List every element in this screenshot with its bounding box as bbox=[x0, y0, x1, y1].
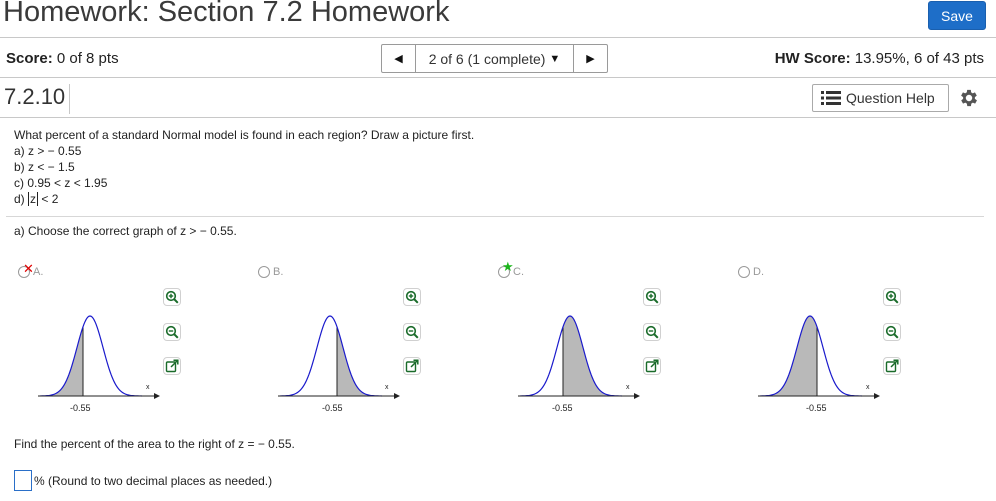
question-prompt: What percent of a standard Normal model … bbox=[14, 128, 475, 142]
option-c-zoom-out-icon[interactable] bbox=[643, 323, 661, 341]
score-label: Score: bbox=[6, 50, 53, 67]
option-a-popout-icon[interactable] bbox=[163, 357, 181, 375]
question-part-b: b) z < − 1.5 bbox=[14, 160, 75, 174]
question-text: What percent of a standard Normal model … bbox=[14, 127, 474, 207]
question-part-d-prefix: d) bbox=[14, 192, 25, 206]
option-b-graph bbox=[278, 315, 400, 399]
sub-question: a) Choose the correct graph of z > − 0.5… bbox=[14, 224, 237, 238]
option-b-x-label: x bbox=[385, 384, 389, 391]
option-b-radio[interactable] bbox=[258, 266, 270, 278]
option-a-curve bbox=[39, 315, 143, 397]
option-c-popout-icon[interactable] bbox=[643, 357, 661, 375]
option-d-axis-arrow bbox=[874, 393, 880, 399]
answer-row: % (Round to two decimal places as needed… bbox=[14, 470, 272, 491]
hw-score-value: 13.95%, 6 of 43 pts bbox=[854, 50, 984, 67]
option-d-shaded-region bbox=[760, 316, 817, 396]
option-b-curve bbox=[279, 315, 383, 397]
option-c-zoom-in-icon[interactable] bbox=[643, 288, 661, 306]
question-part-d: d) z < 2 bbox=[14, 191, 474, 207]
correct-star-icon: ★ bbox=[502, 259, 514, 274]
triangle-down-icon: ▼ bbox=[549, 52, 561, 65]
answer-input[interactable] bbox=[14, 470, 32, 491]
option-d-graph bbox=[758, 315, 880, 399]
answer-hint: % (Round to two decimal places as needed… bbox=[34, 473, 273, 488]
option-b-zoom-out-icon[interactable] bbox=[403, 323, 421, 341]
option-a-zoom-out-icon[interactable] bbox=[163, 323, 181, 341]
option-a-graph bbox=[38, 315, 160, 399]
divider bbox=[6, 216, 984, 217]
triangle-right-icon: ▶ bbox=[586, 53, 595, 65]
option-d-popout-icon[interactable] bbox=[883, 357, 901, 375]
score-bar: Score: 0 of 8 pts ◀ 2 of 6 (1 complete) … bbox=[0, 39, 996, 78]
question-help-label: Question Help bbox=[846, 90, 935, 106]
option-c-graph bbox=[518, 315, 640, 399]
option-d-zoom-out-icon[interactable] bbox=[883, 323, 901, 341]
score-value: 0 of 8 pts bbox=[56, 50, 119, 67]
option-b-popout-icon[interactable] bbox=[403, 357, 421, 375]
find-prompt: Find the percent of the area to the righ… bbox=[14, 437, 295, 451]
option-d-tick-label: -0.55 bbox=[806, 403, 827, 413]
question-selector-dropdown[interactable]: 2 of 6 (1 complete) ▼ bbox=[416, 45, 573, 72]
option-c-letter: C. bbox=[513, 266, 524, 278]
question-selector-text: 2 of 6 (1 complete) bbox=[428, 50, 546, 67]
option-a-shaded-region bbox=[40, 326, 83, 396]
hw-score: HW Score: 13.95%, 6 of 43 pts bbox=[775, 50, 984, 67]
previous-question-button[interactable]: ◀ bbox=[382, 45, 416, 72]
page-title: Homework: Section 7.2 Homework bbox=[3, 0, 450, 28]
question-id: 7.2.10 bbox=[4, 84, 71, 114]
option-c-shaded-region bbox=[563, 316, 622, 396]
option-b-zoom-in-icon[interactable] bbox=[403, 288, 421, 306]
question-part-a: a) z > − 0.55 bbox=[14, 144, 82, 158]
option-b-letter: B. bbox=[273, 266, 284, 278]
option-b[interactable]: B. bbox=[258, 266, 283, 278]
gear-icon[interactable] bbox=[958, 87, 980, 109]
option-c-tick-label: -0.55 bbox=[552, 403, 573, 413]
question-part-c: c) 0.95 < z < 1.95 bbox=[14, 176, 108, 190]
option-d-letter: D. bbox=[753, 266, 764, 278]
question-help-button[interactable]: Question Help bbox=[812, 84, 949, 112]
option-d-x-label: x bbox=[866, 384, 870, 391]
question-navigator: ◀ 2 of 6 (1 complete) ▼ ▶ bbox=[381, 44, 608, 73]
option-c-x-label: x bbox=[626, 384, 630, 391]
option-d-zoom-in-icon[interactable] bbox=[883, 288, 901, 306]
option-a-axis-arrow bbox=[154, 393, 160, 399]
option-b-shaded-region bbox=[337, 326, 382, 396]
question-id-bar: 7.2.10 Question Help bbox=[0, 79, 996, 118]
hw-score-label: HW Score: bbox=[774, 50, 851, 67]
absolute-value-z: z bbox=[28, 192, 39, 206]
list-icon bbox=[821, 91, 841, 105]
option-c-axis-arrow bbox=[634, 393, 640, 399]
triangle-left-icon: ◀ bbox=[394, 53, 403, 65]
option-d[interactable]: D. bbox=[738, 266, 764, 278]
question-part-d-suffix: < 2 bbox=[41, 192, 59, 206]
option-a-zoom-in-icon[interactable] bbox=[163, 288, 181, 306]
option-d-radio[interactable] bbox=[738, 266, 750, 278]
option-a-x-label: x bbox=[146, 384, 150, 391]
title-bar: Homework: Section 7.2 Homework Save bbox=[0, 0, 996, 38]
option-b-axis-arrow bbox=[394, 393, 400, 399]
option-b-tick-label: -0.55 bbox=[322, 403, 343, 413]
next-question-button[interactable]: ▶ bbox=[573, 45, 607, 72]
save-button[interactable]: Save bbox=[928, 1, 986, 30]
incorrect-x-icon: ✕ bbox=[23, 261, 34, 276]
score: Score: 0 of 8 pts bbox=[6, 50, 119, 67]
option-a-letter: A. bbox=[33, 266, 44, 278]
option-a-tick-label: -0.55 bbox=[70, 403, 91, 413]
